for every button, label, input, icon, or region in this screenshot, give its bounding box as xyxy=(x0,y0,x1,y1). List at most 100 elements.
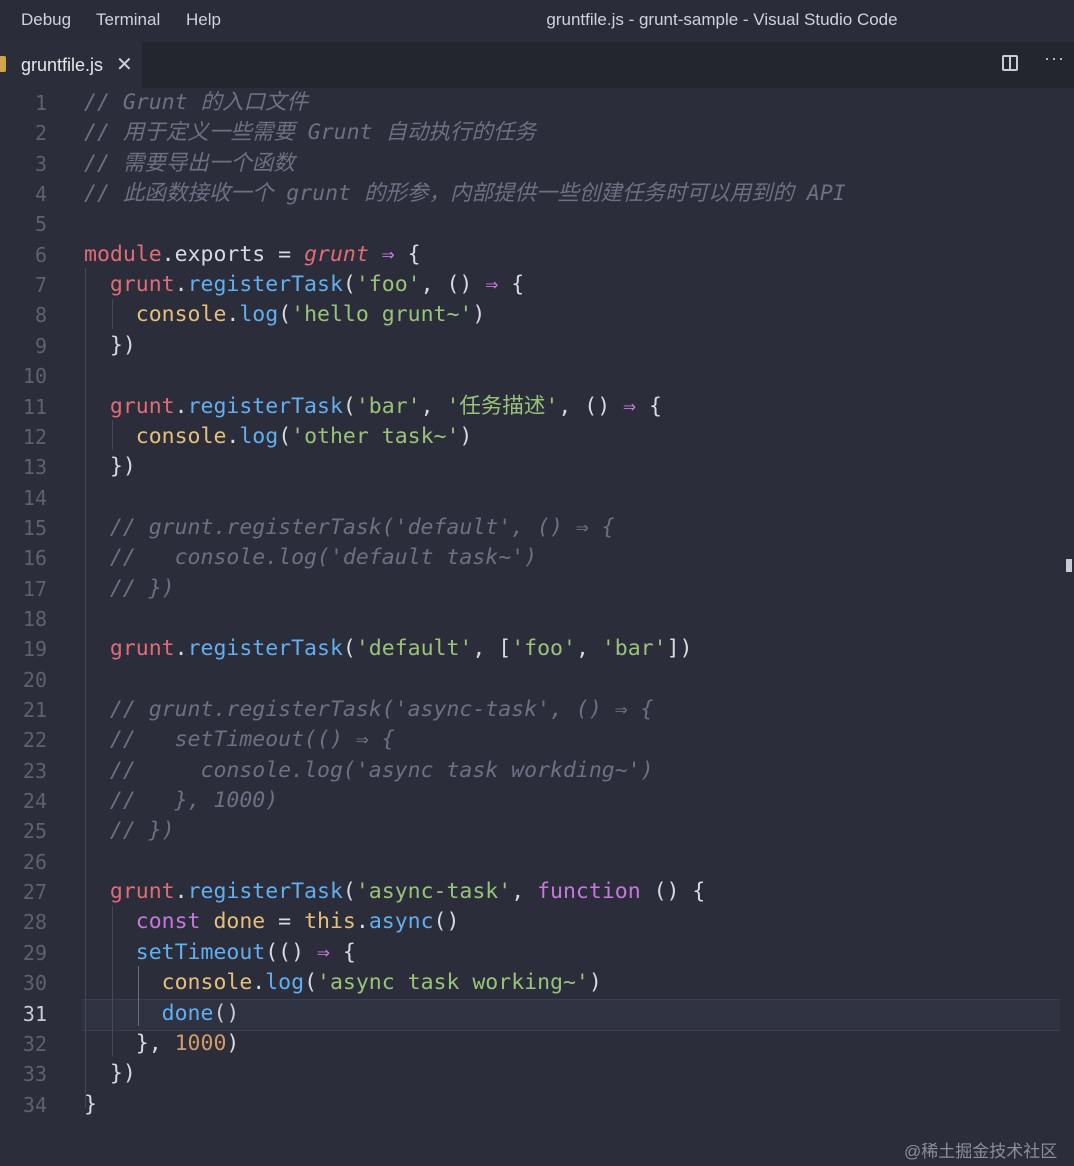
line-number: 34 xyxy=(22,1092,47,1117)
code-token: function xyxy=(537,879,641,905)
code-token: ) xyxy=(588,970,602,996)
code-text: // Grunt 的入口文件 xyxy=(84,88,308,118)
code-line[interactable]: 32 }, 1000) xyxy=(0,1029,1074,1059)
tab-gruntfile[interactable]: gruntfile.js ✕ xyxy=(0,42,142,88)
line-number: 23 xyxy=(22,758,47,783)
code-line[interactable]: 19 grunt.registerTask('default', ['foo',… xyxy=(0,634,1074,664)
code-line[interactable]: 22 // setTimeout(() ⇒ { xyxy=(0,725,1074,755)
code-token: . xyxy=(252,970,266,996)
code-token: ) xyxy=(459,423,473,449)
code-line[interactable]: 16 // console.log('default task~') xyxy=(0,543,1074,573)
code-line[interactable]: 23 // console.log('async task workding~'… xyxy=(0,756,1074,786)
line-number: 19 xyxy=(22,637,47,662)
code-text: grunt.registerTask('foo', () ⇒ { xyxy=(84,270,524,300)
split-editor-icon[interactable] xyxy=(1002,55,1018,71)
code-token: registerTask xyxy=(187,879,343,905)
code-token: . xyxy=(174,272,188,298)
code-line[interactable]: 2 // 用于定义一些需要 Grunt 自动执行的任务 xyxy=(0,118,1074,148)
code-token: ) xyxy=(226,1030,240,1056)
title-bar: Debug Terminal Help gruntfile.js - grunt… xyxy=(0,0,1074,42)
code-line[interactable]: 24 // }, 1000) xyxy=(0,786,1074,816)
code-line[interactable]: 12 console.log('other task~') xyxy=(0,422,1074,452)
code-text: grunt.registerTask('bar', '任务描述', () ⇒ { xyxy=(84,392,662,422)
code-line[interactable]: 1 // Grunt 的入口文件 xyxy=(0,88,1074,118)
code-token: ( xyxy=(342,636,356,662)
code-token: 'bar' xyxy=(355,393,421,419)
line-number: 3 xyxy=(34,151,47,176)
code-line[interactable]: 4 // 此函数接收一个 grunt 的形参，内部提供一些创建任务时可以用到的 A… xyxy=(0,179,1074,209)
code-token: // 此函数接收一个 grunt 的形参，内部提供一些创建任务时可以用到的 AP… xyxy=(84,181,846,207)
line-number: 33 xyxy=(22,1062,47,1087)
code-line[interactable]: 27 grunt.registerTask('async-task', func… xyxy=(0,877,1074,907)
code-token: 'foo' xyxy=(355,272,421,298)
code-text: module.exports = grunt ⇒ { xyxy=(84,240,421,270)
js-file-icon xyxy=(0,56,6,72)
code-text: grunt.registerTask('default', ['foo', 'b… xyxy=(84,634,693,664)
code-token: async xyxy=(368,909,434,935)
code-token: // }) xyxy=(84,818,175,844)
code-line[interactable]: 21 // grunt.registerTask('async-task', (… xyxy=(0,695,1074,725)
code-line[interactable]: 3 // 需要导出一个函数 xyxy=(0,149,1074,179)
code-line[interactable]: 18 xyxy=(0,604,1074,634)
code-line[interactable]: 14 xyxy=(0,483,1074,513)
code-token: // console.log('async task workding~') xyxy=(84,757,654,783)
code-token: () { xyxy=(640,879,706,905)
code-token: const xyxy=(84,909,201,935)
code-token: }) xyxy=(84,454,136,480)
code-line[interactable]: 8 console.log('hello grunt~') xyxy=(0,300,1074,330)
code-token: done xyxy=(200,909,266,935)
code-token: ( xyxy=(278,302,292,328)
code-line[interactable]: 25 // }) xyxy=(0,816,1074,846)
code-line[interactable]: 33 }) xyxy=(0,1059,1074,1089)
code-line[interactable]: 9 }) xyxy=(0,331,1074,361)
close-icon[interactable]: ✕ xyxy=(116,52,133,77)
code-line[interactable]: 30 console.log('async task working~') xyxy=(0,968,1074,998)
line-number: 24 xyxy=(22,789,47,814)
code-line[interactable]: 5 xyxy=(0,209,1074,239)
code-text: // grunt.registerTask('default', () ⇒ { xyxy=(84,513,615,543)
code-text: console.log('other task~') xyxy=(84,422,473,452)
code-line[interactable]: 7 grunt.registerTask('foo', () ⇒ { xyxy=(0,270,1074,300)
code-token: , () xyxy=(420,272,486,298)
line-number: 13 xyxy=(22,455,47,480)
code-token: 'bar' xyxy=(601,636,667,662)
code-token: = xyxy=(265,909,305,935)
code-line[interactable]: 6 module.exports = grunt ⇒ { xyxy=(0,240,1074,270)
code-token: // }, 1000) xyxy=(84,788,279,814)
code-token: }) xyxy=(84,1061,136,1087)
code-editor[interactable]: 1 // Grunt 的入口文件 2 // 用于定义一些需要 Grunt 自动执行的任… xyxy=(0,88,1074,1166)
code-token: () xyxy=(213,1000,240,1026)
code-line[interactable]: 34} xyxy=(0,1090,1074,1120)
code-token: . xyxy=(355,909,369,935)
code-token: log xyxy=(239,423,279,449)
scrollbar-marker[interactable] xyxy=(1066,559,1072,572)
code-line[interactable]: 29 setTimeout(() ⇒ { xyxy=(0,938,1074,968)
code-token: 'hello grunt~' xyxy=(291,302,473,328)
code-text: // }, 1000) xyxy=(84,786,278,816)
code-line[interactable]: 13 }) xyxy=(0,452,1074,482)
code-line[interactable]: 10 xyxy=(0,361,1074,391)
more-actions-icon[interactable]: ··· xyxy=(1044,48,1065,69)
line-number: 30 xyxy=(22,971,47,996)
code-token: { xyxy=(329,939,356,965)
code-line[interactable]: 31 done() xyxy=(0,999,1074,1029)
code-token: 'foo' xyxy=(511,636,576,662)
code-line[interactable]: 11 grunt.registerTask('bar', '任务描述', () … xyxy=(0,392,1074,422)
code-token: // grunt.registerTask('async-task', () ⇒… xyxy=(84,697,654,722)
code-line[interactable]: 15 // grunt.registerTask('default', () ⇒… xyxy=(0,513,1074,543)
code-token: ) xyxy=(472,302,486,328)
code-text: done() xyxy=(84,999,240,1029)
code-line[interactable]: 20 xyxy=(0,665,1074,695)
code-token: }) xyxy=(84,332,136,358)
tab-label: gruntfile.js xyxy=(21,55,104,75)
line-number: 28 xyxy=(22,910,47,935)
line-number: 12 xyxy=(22,424,47,449)
line-number: 11 xyxy=(22,394,47,419)
code-line[interactable]: 26 xyxy=(0,847,1074,877)
code-line[interactable]: 17 // }) xyxy=(0,574,1074,604)
code-token: 'async task working~' xyxy=(317,970,589,996)
code-line[interactable]: 28 const done = this.async() xyxy=(0,907,1074,937)
line-number: 4 xyxy=(34,182,47,207)
code-token: ( xyxy=(304,970,318,996)
code-token: ( xyxy=(342,879,356,905)
